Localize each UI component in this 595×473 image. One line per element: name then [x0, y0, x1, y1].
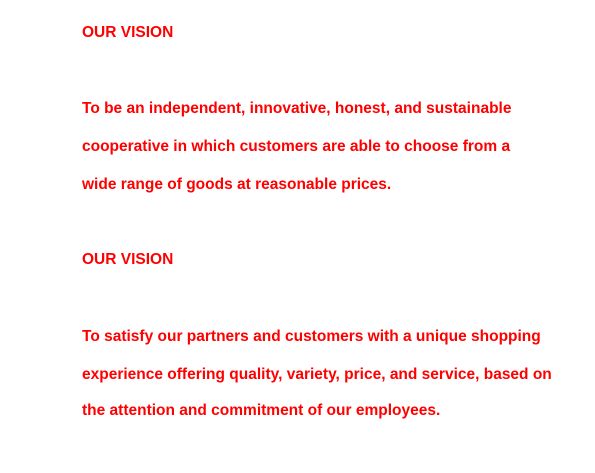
vision-line-1-1: To be an independent, innovative, honest…	[82, 100, 512, 117]
vision-line-2-2: experience offering quality, variety, pr…	[82, 366, 552, 383]
vision-line-1-2: cooperative in which customers are able …	[82, 138, 511, 155]
vision-line-1-3: wide range of goods at reasonable prices…	[82, 176, 392, 193]
vision-line-2-1: To satisfy our partners and customers wi…	[82, 328, 541, 345]
vision-heading-1: OUR VISION	[82, 24, 174, 41]
document-page: OUR VISION To be an independent, innovat…	[0, 0, 595, 473]
vision-line-2-3: the attention and commitment of our empl…	[82, 402, 441, 419]
vision-heading-2: OUR VISION	[82, 251, 174, 268]
